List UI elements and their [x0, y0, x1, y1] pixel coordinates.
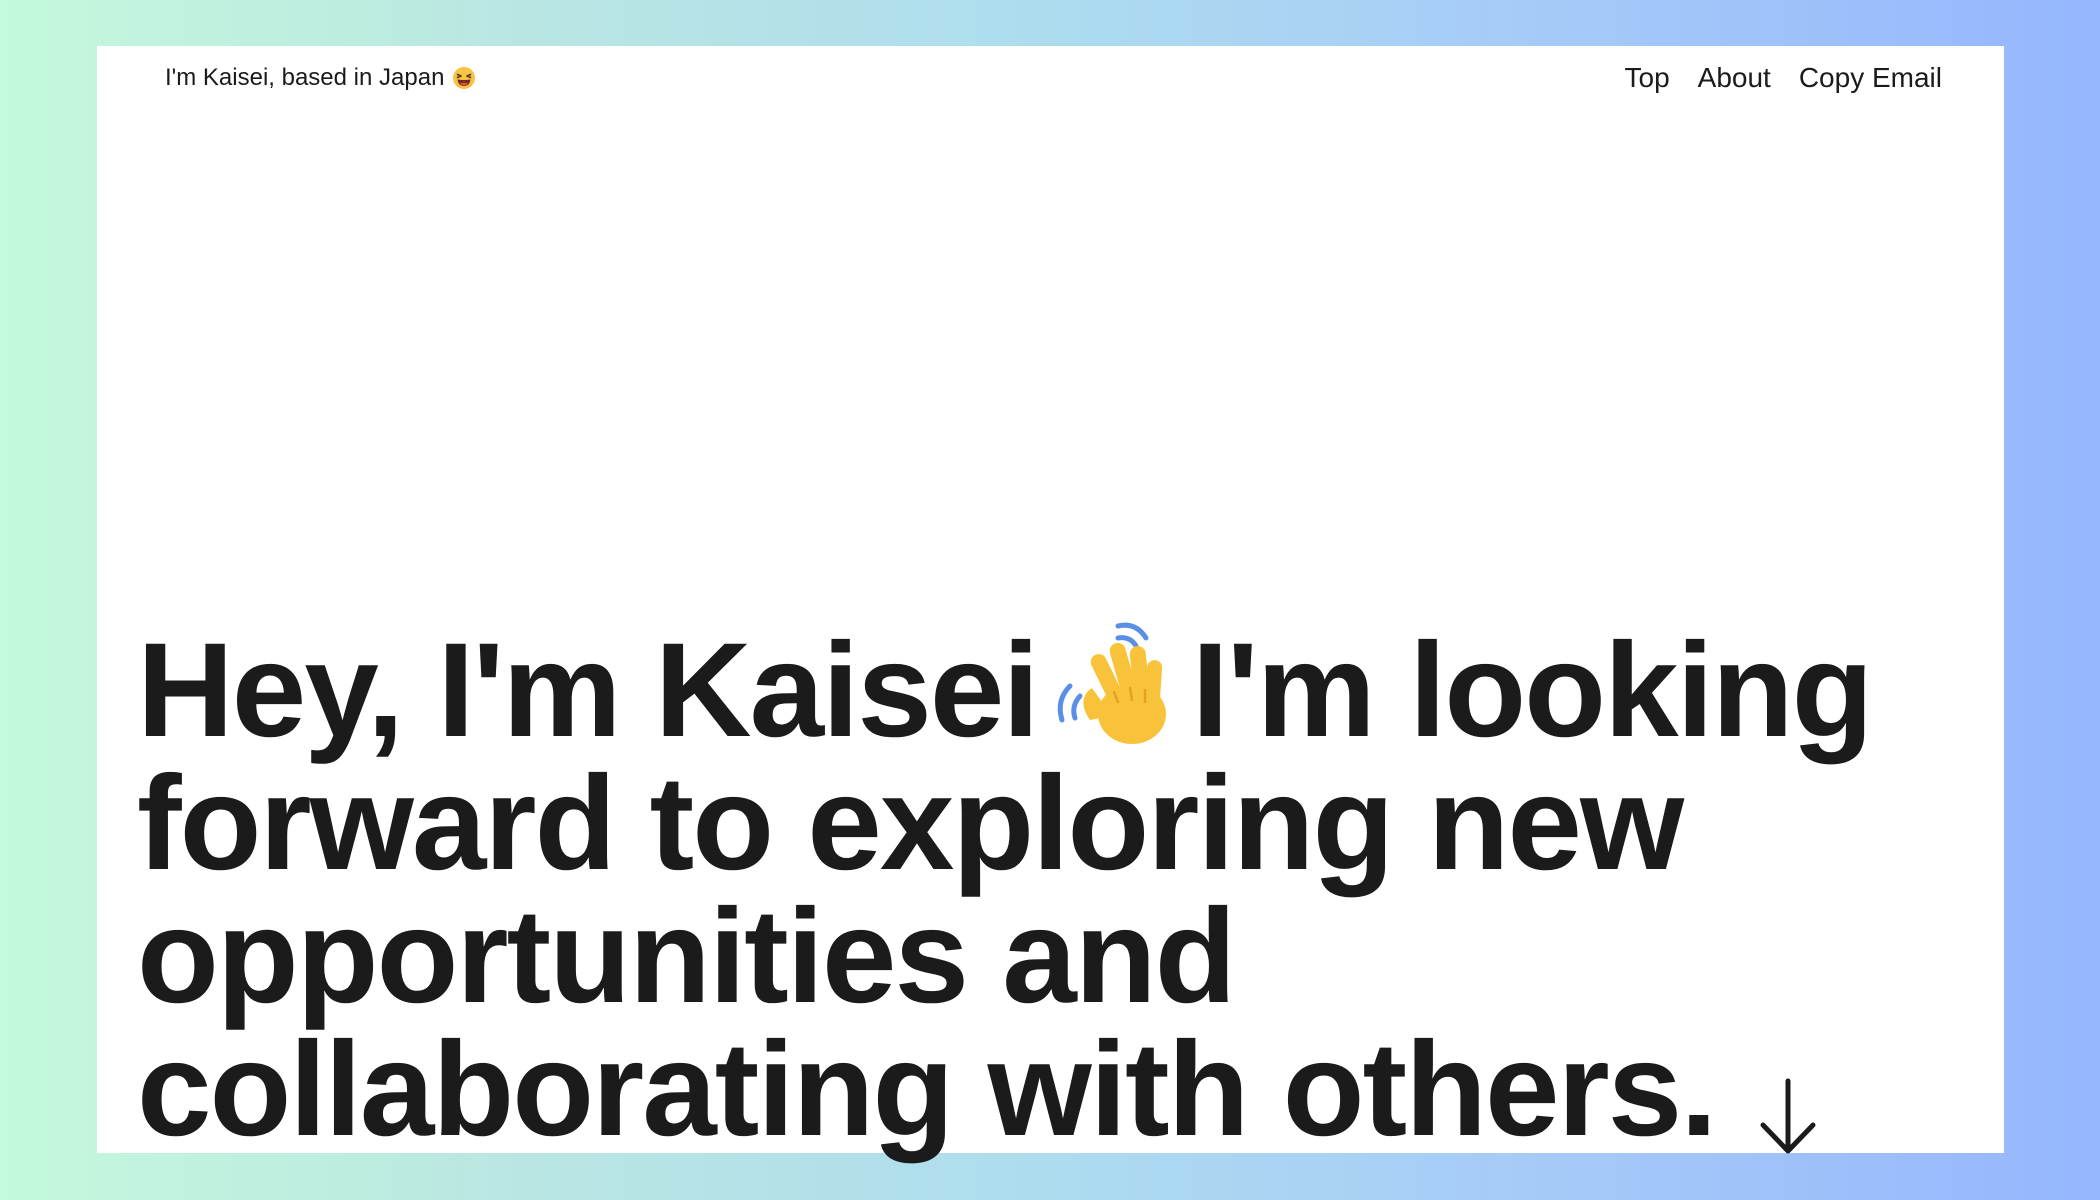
- tagline-text: I'm Kaisei, based in Japan: [165, 64, 445, 91]
- page-frame: I'm Kaisei, based in Japan Top About Cop…: [97, 46, 2004, 1157]
- hero-line-4: collaborating with others.: [137, 1023, 1997, 1157]
- header: I'm Kaisei, based in Japan Top About Cop…: [97, 46, 2004, 116]
- hero-line-2: forward to exploring new: [137, 749, 1684, 898]
- hero-line-3: opportunities and: [137, 882, 1236, 1031]
- hero-greeting: Hey, I'm Kaisei: [137, 616, 1040, 765]
- hero-intro: I'm looking: [1191, 616, 1874, 765]
- hero-line-4-text: collaborating with others.: [137, 1015, 1717, 1164]
- hero-heading: Hey, I'm Kaisei I'm looking forward to e…: [137, 616, 1997, 1157]
- tagline: I'm Kaisei, based in Japan: [165, 64, 476, 92]
- nav-top-link[interactable]: Top: [1625, 62, 1670, 94]
- nav-about-link[interactable]: About: [1698, 62, 1771, 94]
- main-nav: Top About Copy Email: [1625, 62, 1943, 94]
- arrow-down-icon[interactable]: [1757, 1077, 1819, 1157]
- grinning-squinting-face-icon: [453, 67, 476, 89]
- waving-hand-icon: [1057, 622, 1166, 744]
- nav-copy-email-link[interactable]: Copy Email: [1799, 62, 1942, 94]
- hero-line-1: Hey, I'm Kaisei I'm looking: [137, 616, 1997, 758]
